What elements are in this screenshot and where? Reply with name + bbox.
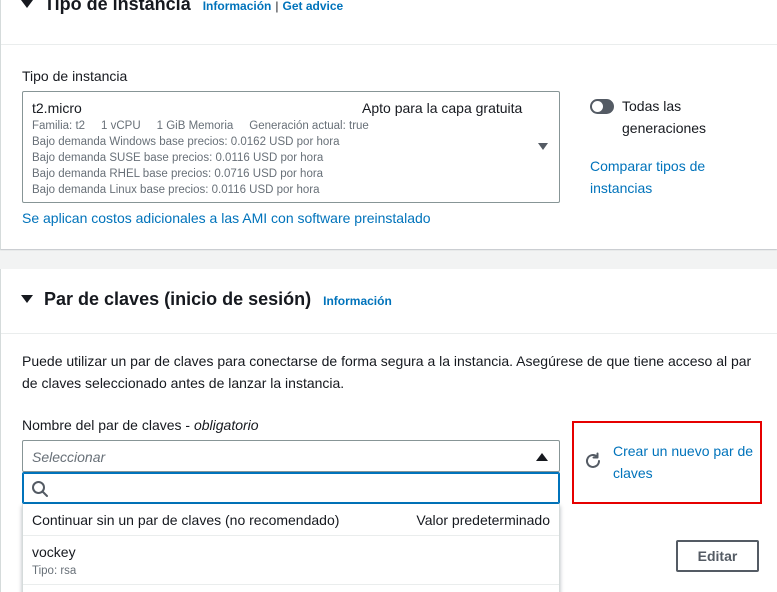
option-sub: Tipo: rsa <box>32 565 77 577</box>
instance-detail: Bajo demanda Linux base precios: 0.0116 … <box>32 184 320 196</box>
key-pair-name-label: Nombre del par de claves - obligatorio <box>22 417 259 433</box>
option-tag: Valor predeterminado <box>416 512 550 528</box>
key-pair-dropdown: Continuar sin un par de claves (no recom… <box>22 504 560 592</box>
divider <box>1 333 777 334</box>
key-pair-select[interactable]: Seleccionar <box>22 440 560 472</box>
instance-detail: Familia: t2 1 vCPU 1 GiB Memoria Generac… <box>32 120 369 132</box>
instance-type-label: Tipo de instancia <box>22 68 128 84</box>
panel-title: Tipo de instancia <box>44 0 191 14</box>
dropdown-option[interactable]: vockey Tipo: rsa <box>23 537 559 585</box>
select-placeholder: Seleccionar <box>32 449 106 465</box>
dropdown-caret-icon <box>538 143 548 150</box>
dropdown-option[interactable]: Continuar sin un par de claves (no recom… <box>23 504 559 536</box>
option-label: Continuar sin un par de claves (no recom… <box>32 512 340 528</box>
instance-detail: Bajo demanda Windows base precios: 0.016… <box>32 136 340 148</box>
instance-detail: Bajo demanda SUSE base precios: 0.0116 U… <box>32 152 324 164</box>
refresh-icon[interactable] <box>584 452 602 470</box>
search-icon <box>32 481 48 497</box>
get-advice-link[interactable]: Get advice <box>283 0 344 13</box>
key-pair-search[interactable] <box>22 472 560 504</box>
panel-title: Par de claves (inicio de sesión) <box>44 289 312 309</box>
caret-up-icon <box>536 453 548 461</box>
collapse-caret-icon[interactable] <box>21 295 33 303</box>
all-generations-label: Todas las generaciones <box>622 98 707 136</box>
instance-detail: Bajo demanda RHEL base precios: 0.0716 U… <box>32 168 324 180</box>
divider <box>1 44 777 45</box>
key-pair-name-label-text: Nombre del par de claves - <box>22 417 194 433</box>
info-link[interactable]: Información <box>203 0 272 13</box>
required-text: obligatorio <box>193 417 259 433</box>
edit-button[interactable]: Editar <box>676 540 759 572</box>
instance-type-header: Tipo de instancia Información | Get advi… <box>21 0 343 15</box>
free-tier-badge: Apto para la capa gratuita <box>362 100 523 116</box>
ec2-launch-page: Tipo de instancia Información | Get advi… <box>0 0 777 592</box>
separator: | <box>275 0 279 13</box>
all-generations-toggle[interactable] <box>590 99 614 114</box>
option-label: vockey <box>32 544 76 560</box>
collapse-caret-icon[interactable] <box>21 0 33 8</box>
ami-cost-link[interactable]: Se aplican costos adicionales a las AMI … <box>22 207 431 229</box>
info-link[interactable]: Información <box>323 294 392 308</box>
instance-name: t2.micro <box>32 100 82 116</box>
key-pair-header: Par de claves (inicio de sesión) Informa… <box>21 289 392 310</box>
search-input[interactable] <box>55 477 551 499</box>
instance-type-select[interactable]: t2.micro Apto para la capa gratuita Fami… <box>22 91 560 203</box>
key-pair-description: Puede utilizar un par de claves para con… <box>22 353 752 391</box>
create-key-pair-link[interactable]: Crear un nuevo par de claves <box>613 440 763 484</box>
compare-instance-types-link[interactable]: Comparar tipos de instancias <box>590 155 740 199</box>
